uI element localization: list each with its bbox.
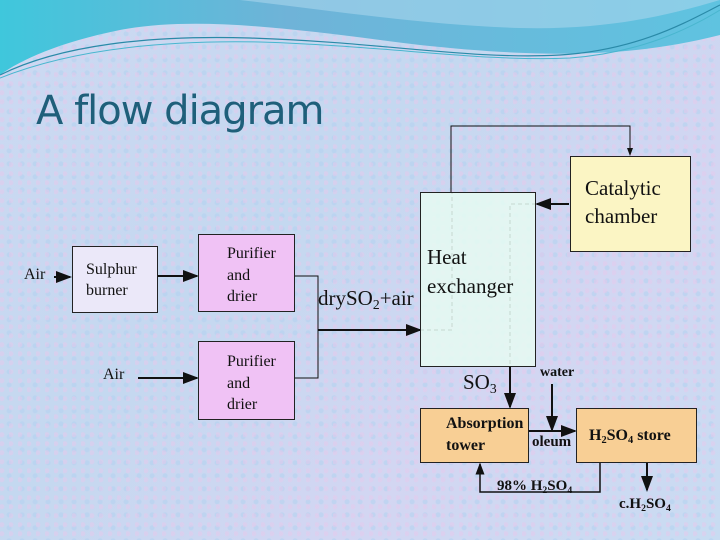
h2so4-store-node[interactable]: H2SO4 store <box>576 408 697 463</box>
store-suffix: store <box>633 427 671 444</box>
purifier-merge-line <box>294 275 319 379</box>
recycle-98-label: 98% H2SO4 <box>497 478 572 495</box>
catalytic-chamber-node[interactable]: Catalytic chamber <box>570 156 691 252</box>
air-input-label-1: Air <box>24 266 46 283</box>
air-input-label-2: Air <box>103 366 125 383</box>
purifier-drier-node-2[interactable]: Purifier and drier <box>198 341 295 420</box>
absorption-tower-node[interactable]: Absorption tower <box>420 408 529 463</box>
catalytic-line-2: chamber <box>585 204 658 228</box>
catalytic-line-1: Catalytic <box>585 176 661 200</box>
absorption-line-2: tower <box>446 437 486 454</box>
purifier-2-line-2: and <box>227 375 251 392</box>
purifier-1-line-1: Purifier <box>227 245 276 262</box>
water-label: water <box>540 365 575 380</box>
dry-so2-prefix: dry <box>318 286 346 310</box>
purifier-drier-node-1[interactable]: Purifier and drier <box>198 234 295 312</box>
store-so: SO <box>606 427 628 444</box>
dry-so2-air-label: drySO2+air <box>318 286 414 313</box>
so3-subscript: 3 <box>489 381 497 397</box>
absorption-line-1: Absorption <box>446 415 524 432</box>
product-so: SO <box>645 496 666 512</box>
heat-exchanger-line-2: exchanger <box>427 274 514 298</box>
so3-formula: SO <box>463 370 490 394</box>
product-sub-4: 4 <box>665 502 671 514</box>
recycle-sub-4: 4 <box>567 484 573 496</box>
sulphur-burner-line-2: burner <box>86 282 128 299</box>
dry-so2-suffix: +air <box>379 286 414 310</box>
oleum-label: oleum <box>532 434 572 450</box>
dry-so2-formula: SO <box>346 286 373 310</box>
recycle-prefix: 98% H <box>497 478 543 494</box>
store-h: H <box>589 427 602 444</box>
purifier-1-line-2: and <box>227 267 251 284</box>
heat-exchanger-line-1: Heat <box>427 245 467 269</box>
product-prefix: c.H <box>619 496 642 512</box>
sulphur-burner-line-1: Sulphur <box>86 261 137 278</box>
product-label: c.H2SO4 <box>619 496 671 513</box>
purifier-2-line-3: drier <box>227 396 258 413</box>
recycle-so: SO <box>547 478 568 494</box>
so3-label: SO3 <box>463 370 497 397</box>
dry-so2-subscript: 2 <box>372 297 380 313</box>
purifier-2-line-1: Purifier <box>227 353 276 370</box>
purifier-1-line-3: drier <box>227 288 258 305</box>
sulphur-burner-node[interactable]: Sulphur burner <box>72 246 158 313</box>
store-label: H2SO4 store <box>589 427 671 446</box>
